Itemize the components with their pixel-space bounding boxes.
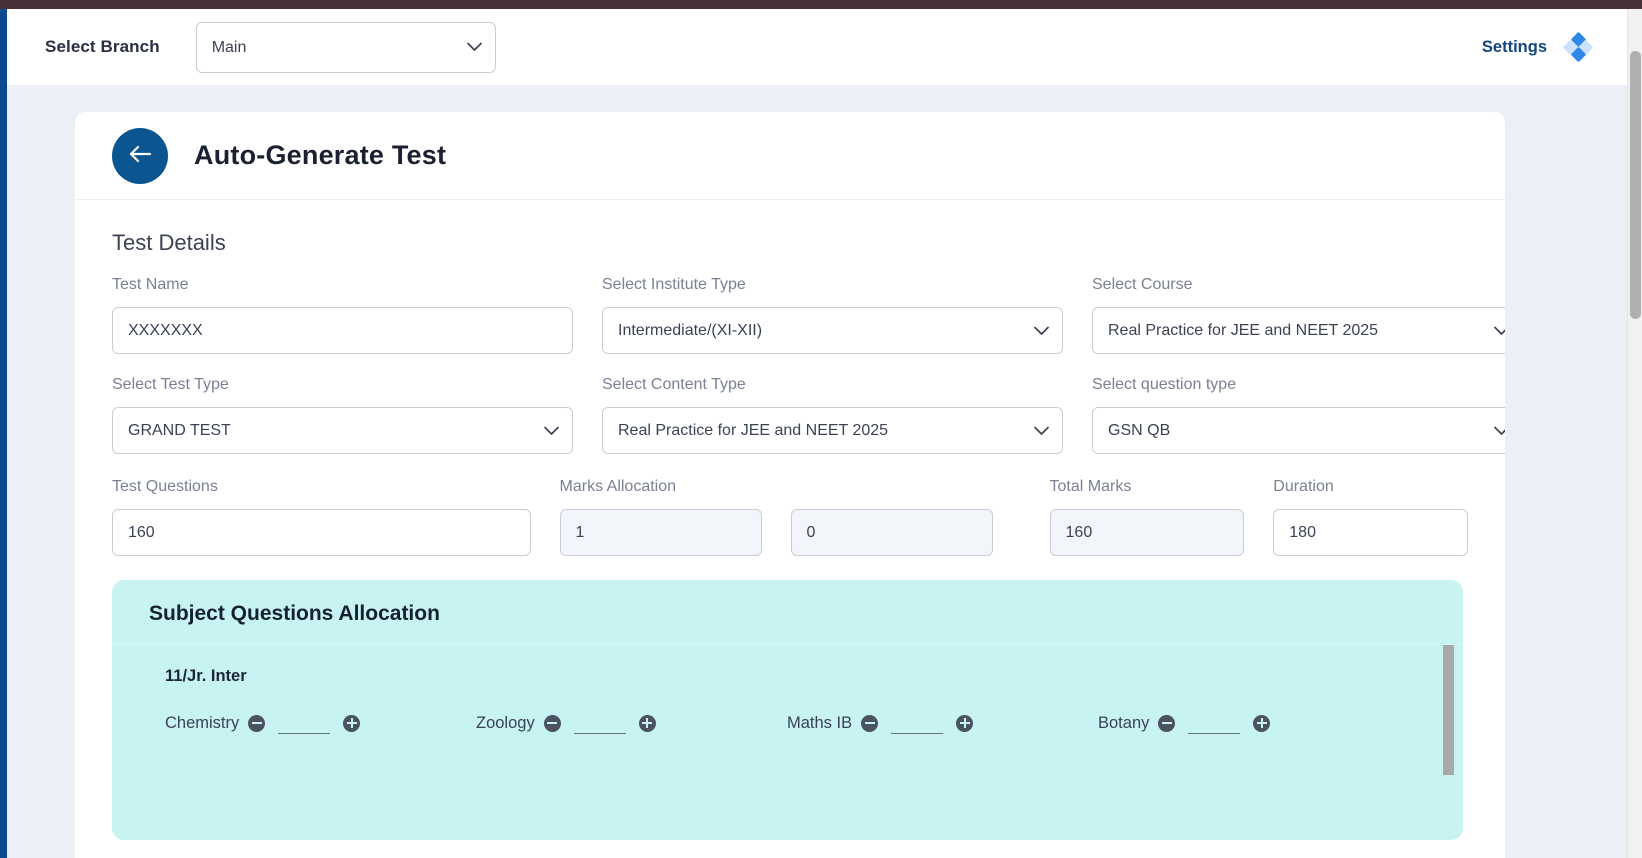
- subject-cell-chemistry: Chemistry: [165, 712, 476, 734]
- field-test-name: Test Name: [112, 276, 573, 354]
- subject-row: Chemistry Zoology Maths IB Botany: [165, 712, 1463, 734]
- form-row-1: Test Name Select Institute Type Intermed…: [112, 276, 1505, 376]
- subject-count-input-zoology[interactable]: [573, 712, 626, 734]
- app-root: Select Branch Main Settings Auto-Generat…: [0, 0, 1642, 858]
- question-type-wrapper: GSN QB: [1092, 407, 1505, 454]
- marks-positive-wrapper: [559, 509, 762, 556]
- back-button[interactable]: [112, 127, 168, 184]
- subject-label-botany: Botany: [1098, 713, 1150, 732]
- plus-circle-icon[interactable]: [638, 714, 656, 732]
- marks-positive-input[interactable]: [559, 509, 762, 556]
- duration-input[interactable]: [1273, 509, 1468, 556]
- branch-select-wrapper: Main: [195, 21, 496, 73]
- page-scrollbar-track[interactable]: [1627, 9, 1642, 858]
- total-marks-input[interactable]: [1049, 509, 1245, 556]
- subject-label-maths-ib: Maths IB: [787, 713, 853, 732]
- marks-negative-wrapper: [790, 509, 993, 556]
- content-type-wrapper: Real Practice for JEE and NEET 2025: [602, 407, 1063, 454]
- subject-count-input-chemistry[interactable]: [278, 712, 331, 734]
- section-title-test-details: Test Details: [112, 230, 226, 255]
- test-name-input[interactable]: [112, 307, 573, 354]
- label-test-type: Select Test Type: [112, 376, 229, 393]
- field-duration: Duration: [1273, 478, 1468, 556]
- test-questions-input[interactable]: [112, 509, 531, 556]
- subject-questions-allocation-panel: Subject Questions Allocation 11/Jr. Inte…: [112, 580, 1463, 840]
- course-select[interactable]: Real Practice for JEE and NEET 2025: [1092, 307, 1505, 354]
- plus-circle-icon[interactable]: [956, 714, 974, 732]
- form-row-3: Test Questions Marks Allocation: [112, 478, 1468, 556]
- question-type-select[interactable]: GSN QB: [1092, 407, 1505, 454]
- label-duration: Duration: [1273, 478, 1334, 495]
- minus-circle-icon[interactable]: [543, 714, 561, 732]
- allocation-scrollbar-thumb[interactable]: [1443, 645, 1454, 775]
- field-course: Select Course Real Practice for JEE and …: [1092, 276, 1505, 354]
- field-total-marks: Total Marks: [1049, 478, 1245, 556]
- field-test-type: Select Test Type GRAND TEST: [112, 376, 573, 454]
- subject-cell-zoology: Zoology: [476, 712, 787, 734]
- branch-select[interactable]: Main: [195, 21, 496, 73]
- subject-count-input-maths-ib[interactable]: [891, 712, 944, 734]
- subject-label-zoology: Zoology: [476, 713, 535, 732]
- field-question-type: Select question type GSN QB: [1092, 376, 1505, 454]
- content-type-select[interactable]: Real Practice for JEE and NEET 2025: [602, 407, 1063, 454]
- settings-label: Settings: [1481, 37, 1547, 56]
- label-course: Select Course: [1092, 276, 1193, 293]
- minus-circle-icon[interactable]: [861, 714, 879, 732]
- institute-type-wrapper: Intermediate/(XI-XII): [602, 307, 1063, 354]
- top-bar: Select Branch Main Settings: [7, 9, 1627, 85]
- field-test-questions: Test Questions: [112, 478, 531, 556]
- plus-circle-icon[interactable]: [1253, 714, 1271, 732]
- allocation-panel-title: Subject Questions Allocation: [112, 580, 1463, 645]
- label-question-type: Select question type: [1092, 376, 1237, 393]
- institute-type-select[interactable]: Intermediate/(XI-XII): [602, 307, 1063, 354]
- test-type-select[interactable]: GRAND TEST: [112, 407, 573, 454]
- test-type-wrapper: GRAND TEST: [112, 407, 573, 454]
- subject-cell-botany: Botany: [1098, 712, 1409, 734]
- marks-allocation-group: [559, 509, 1021, 556]
- window-top-strip: [0, 0, 1642, 9]
- minus-circle-icon[interactable]: [248, 714, 266, 732]
- card-header: Auto-Generate Test: [75, 112, 1505, 200]
- page-title: Auto-Generate Test: [194, 140, 447, 170]
- arrow-left-icon: [128, 144, 152, 167]
- subject-label-chemistry: Chemistry: [165, 713, 240, 732]
- field-marks-allocation: Marks Allocation: [559, 478, 1021, 556]
- main-card: Auto-Generate Test Test Details Test Nam…: [75, 112, 1505, 858]
- page-scrollbar-thumb[interactable]: [1630, 51, 1641, 319]
- app-left-accent-strip: [0, 9, 7, 858]
- diamond-cluster-icon: [1562, 31, 1594, 63]
- label-institute-type: Select Institute Type: [602, 276, 746, 293]
- plus-circle-icon[interactable]: [343, 714, 361, 732]
- form-row-2: Select Test Type GRAND TEST Select Conte…: [112, 376, 1505, 476]
- allocation-scrollbar-track[interactable]: [1443, 645, 1454, 820]
- marks-negative-input[interactable]: [790, 509, 993, 556]
- card-body: Test Details Test Name Select Institute …: [75, 200, 1505, 840]
- course-wrapper: Real Practice for JEE and NEET 2025: [1092, 307, 1505, 354]
- label-test-name: Test Name: [112, 276, 189, 293]
- field-institute-type: Select Institute Type Intermediate/(XI-X…: [602, 276, 1063, 354]
- subject-cell-maths-ib: Maths IB: [787, 712, 1098, 734]
- allocation-scroll-area: 11/Jr. Inter Chemistry Zoology Maths IB …: [112, 645, 1463, 820]
- label-test-questions: Test Questions: [112, 478, 218, 495]
- minus-circle-icon[interactable]: [1158, 714, 1176, 732]
- select-branch-label: Select Branch: [45, 37, 160, 56]
- label-content-type: Select Content Type: [602, 376, 746, 393]
- label-total-marks: Total Marks: [1049, 478, 1132, 495]
- subject-count-input-botany[interactable]: [1188, 712, 1241, 734]
- settings-button[interactable]: Settings: [1481, 31, 1594, 63]
- field-content-type: Select Content Type Real Practice for JE…: [602, 376, 1063, 454]
- allocation-group-title: 11/Jr. Inter: [165, 667, 247, 685]
- label-marks-allocation: Marks Allocation: [559, 478, 677, 495]
